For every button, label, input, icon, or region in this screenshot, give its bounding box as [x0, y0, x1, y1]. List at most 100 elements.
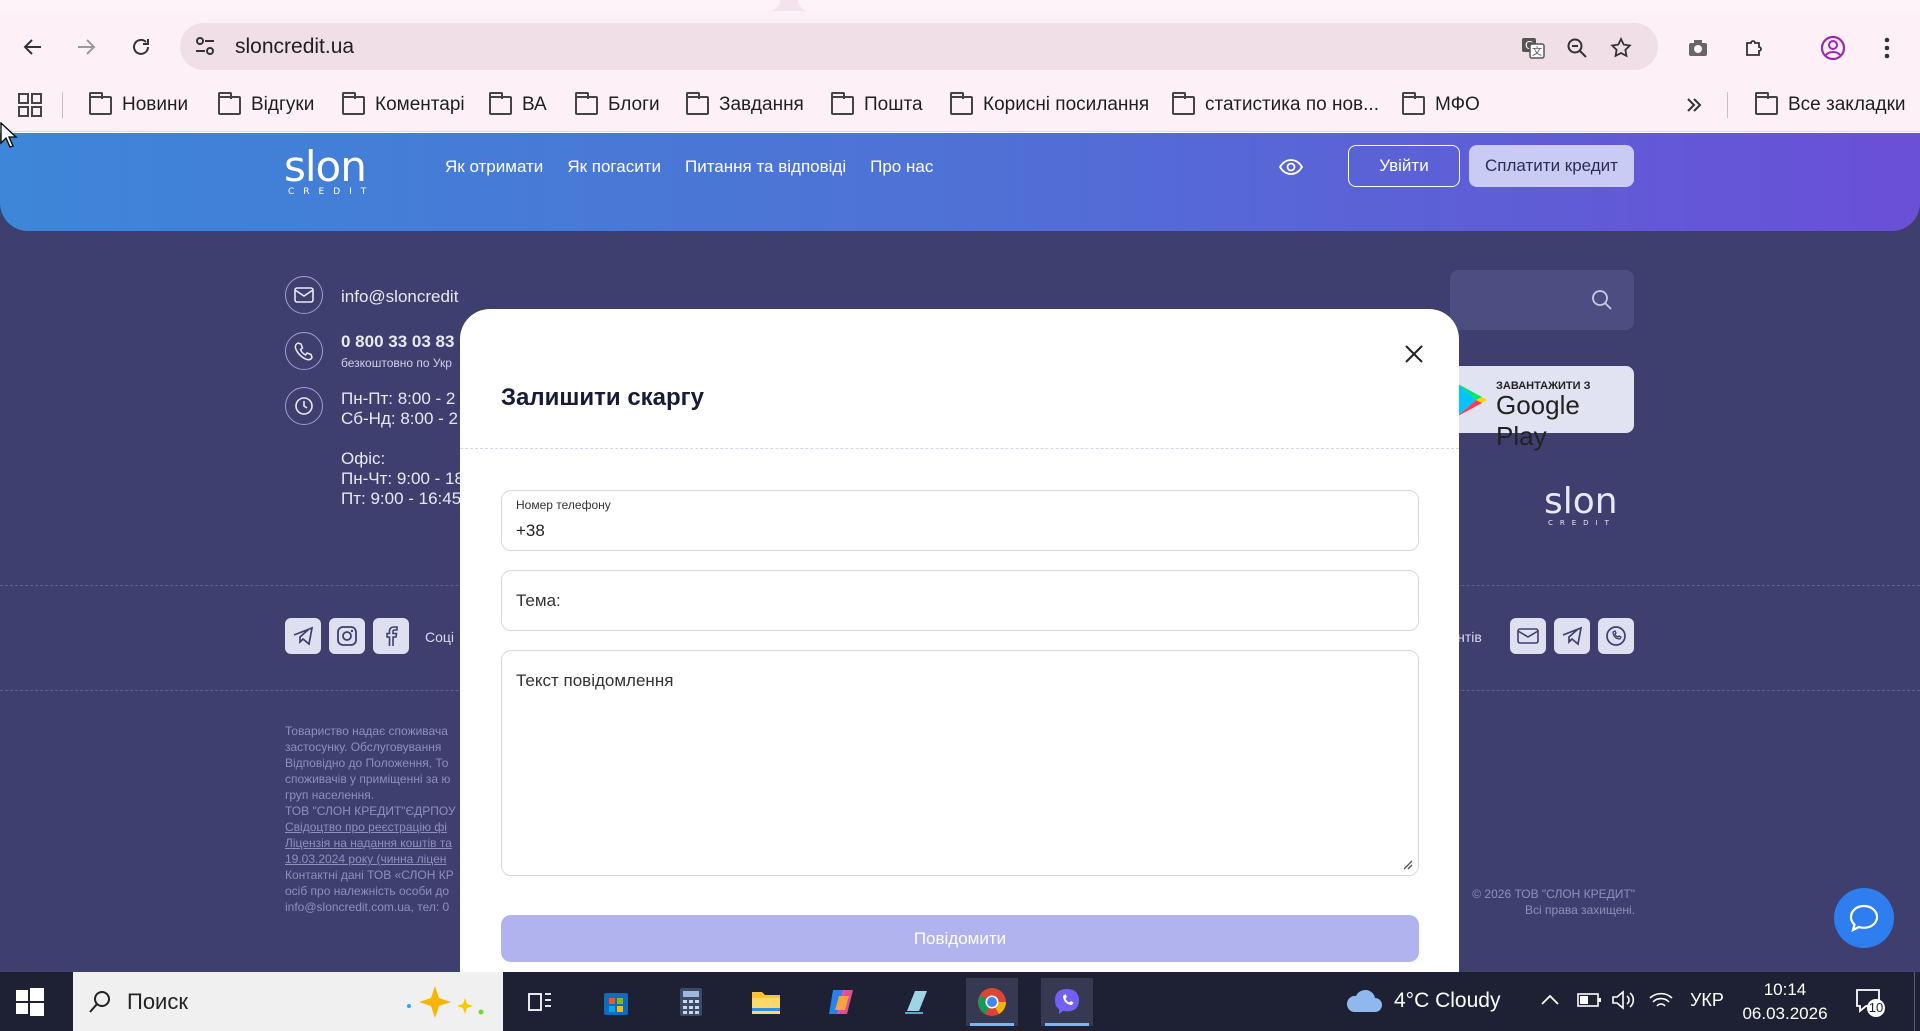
bookmark-folder[interactable]: ВА — [489, 89, 547, 121]
zoom-icon[interactable] — [1562, 33, 1592, 63]
bookmark-label: Блоги — [608, 94, 660, 115]
close-button[interactable] — [1399, 339, 1429, 369]
contact-phone[interactable]: 0 800 33 03 83 — [341, 332, 454, 352]
browser-toolbar: sloncredit.ua G文 — [0, 11, 1920, 80]
bookmark-folder[interactable]: Корисні посилання — [950, 89, 1149, 121]
bookmark-folder[interactable]: Коментарі — [342, 89, 465, 121]
show-desktop-button[interactable] — [1914, 972, 1915, 1031]
mail-icon — [285, 276, 323, 314]
menu-kebab-icon[interactable] — [1870, 31, 1904, 65]
telegram-support-button[interactable] — [1554, 618, 1590, 654]
instagram-button[interactable] — [329, 618, 365, 654]
folder-icon — [950, 91, 973, 115]
reload-button[interactable] — [124, 30, 158, 64]
footer-logo: slon CREDIT — [1544, 481, 1618, 528]
language-indicator[interactable]: УКР — [1690, 990, 1724, 1011]
bookmark-folder[interactable]: статистика по нов... — [1172, 89, 1379, 121]
battery-icon[interactable] — [1576, 990, 1602, 1010]
telegram-button[interactable] — [285, 618, 321, 654]
back-arrow-icon — [23, 39, 41, 55]
chat-widget-button[interactable] — [1834, 888, 1894, 948]
nav-faq[interactable]: Питання та відповіді — [685, 157, 846, 177]
phone-input[interactable] — [516, 521, 1396, 541]
bookmark-star-icon[interactable] — [1606, 33, 1636, 63]
screenshot-icon[interactable] — [1681, 31, 1715, 65]
facebook-button[interactable] — [373, 618, 409, 654]
submit-button[interactable]: Повідомити — [501, 915, 1419, 962]
contact-email[interactable]: info@sloncredit — [341, 287, 458, 307]
viber-button[interactable] — [1041, 978, 1093, 1026]
bookmark-folder[interactable]: Блоги — [575, 89, 660, 121]
apps-grid-icon[interactable] — [15, 90, 45, 120]
phone-field[interactable]: Номер телефону — [501, 490, 1419, 551]
header-band — [0, 201, 1920, 231]
google-play-text: Google Play — [1496, 390, 1580, 451]
bookmark-folder[interactable]: МФО — [1402, 89, 1480, 121]
bookmark-folder[interactable]: Пошта — [831, 89, 923, 121]
google-play-badge[interactable]: ЗАВАНТАЖИТИ З Google Play — [1440, 366, 1634, 451]
bookmark-folder[interactable]: Новини — [89, 89, 188, 121]
copilot-button[interactable] — [815, 978, 867, 1026]
site-logo[interactable]: slon CREDIT — [284, 146, 375, 198]
phone-label: Номер телефону — [516, 498, 611, 512]
pay-credit-button[interactable]: Сплатити кредит — [1469, 145, 1634, 187]
browser-tab-active[interactable] — [798, 0, 1920, 11]
login-button[interactable]: Увійти — [1348, 145, 1460, 187]
folder-icon — [489, 91, 512, 115]
taskbar-search[interactable]: Поиск — [73, 972, 503, 1031]
file-explorer-button[interactable] — [740, 978, 792, 1026]
forward-button[interactable] — [69, 30, 103, 64]
social-label: Соці — [425, 629, 455, 645]
task-view-button[interactable] — [514, 978, 566, 1026]
site-info-icon[interactable] — [194, 35, 216, 57]
bookmark-folder[interactable]: Відгуки — [218, 89, 314, 121]
microsoft-store-button[interactable] — [590, 978, 642, 1026]
chrome-button[interactable] — [966, 978, 1018, 1026]
wifi-icon[interactable] — [1648, 989, 1674, 1011]
message-textarea[interactable]: Текст повідомлення — [501, 650, 1419, 876]
nav-how-to-repay[interactable]: Як погасити — [567, 157, 661, 177]
site-search[interactable] — [1450, 270, 1634, 330]
search-icon[interactable] — [1590, 288, 1614, 312]
windows-start-icon[interactable] — [14, 986, 46, 1018]
more-bookmarks-icon[interactable] — [1683, 94, 1705, 116]
profile-avatar-icon[interactable] — [1816, 31, 1850, 65]
task-view-icon — [528, 993, 551, 1011]
hours-weekend: Сб-Нд: 8:00 - 2 — [341, 409, 458, 428]
chevron-up-icon[interactable] — [1540, 992, 1560, 1006]
bookmark-folder[interactable]: Завдання — [686, 89, 804, 121]
folder-icon — [218, 91, 241, 115]
browser-tab[interactable] — [0, 0, 780, 11]
legal-link[interactable]: Свідоцтво про реєстрацію фі — [285, 820, 447, 834]
notifications-button[interactable]: 10 — [1854, 986, 1885, 1017]
app-button[interactable] — [890, 978, 942, 1026]
all-bookmarks[interactable]: Все закладки — [1755, 89, 1906, 121]
nav-about[interactable]: Про нас — [870, 157, 933, 177]
email-support-button[interactable] — [1510, 618, 1546, 654]
eye-icon[interactable] — [1278, 157, 1304, 177]
reload-icon — [133, 38, 149, 55]
clock[interactable]: 10:14 06.03.2026 — [1740, 978, 1830, 1026]
weather-text[interactable]: 4°C Cloudy — [1394, 989, 1500, 1013]
subject-field[interactable]: Тема: — [501, 570, 1419, 631]
folder-icon — [1172, 91, 1195, 115]
translate-icon[interactable]: G文 — [1518, 33, 1548, 63]
back-button[interactable] — [16, 30, 50, 64]
resize-handle-icon[interactable] — [1401, 858, 1413, 870]
instagram-icon — [337, 626, 357, 646]
address-bar[interactable]: sloncredit.ua G文 — [180, 23, 1658, 70]
extensions-icon[interactable] — [1737, 31, 1771, 65]
calculator-button[interactable] — [665, 978, 717, 1026]
viber-support-button[interactable] — [1598, 618, 1634, 654]
office-hours-2: Пт: 9:00 - 16:45 — [341, 489, 462, 508]
folder-icon — [752, 992, 780, 1014]
folder-icon — [342, 91, 365, 115]
url-text[interactable]: sloncredit.ua — [235, 35, 354, 59]
folder-icon — [686, 91, 709, 115]
bookmark-label: МФО — [1435, 94, 1480, 115]
legal-link[interactable]: Ліцензія на надання коштів та — [285, 836, 452, 850]
legal-link[interactable]: 19.03.2024 року (чинна ліцен — [285, 852, 446, 866]
volume-icon[interactable] — [1610, 989, 1636, 1011]
nav-how-to-get[interactable]: Як отримати — [445, 157, 543, 177]
search-icon — [89, 990, 110, 1013]
